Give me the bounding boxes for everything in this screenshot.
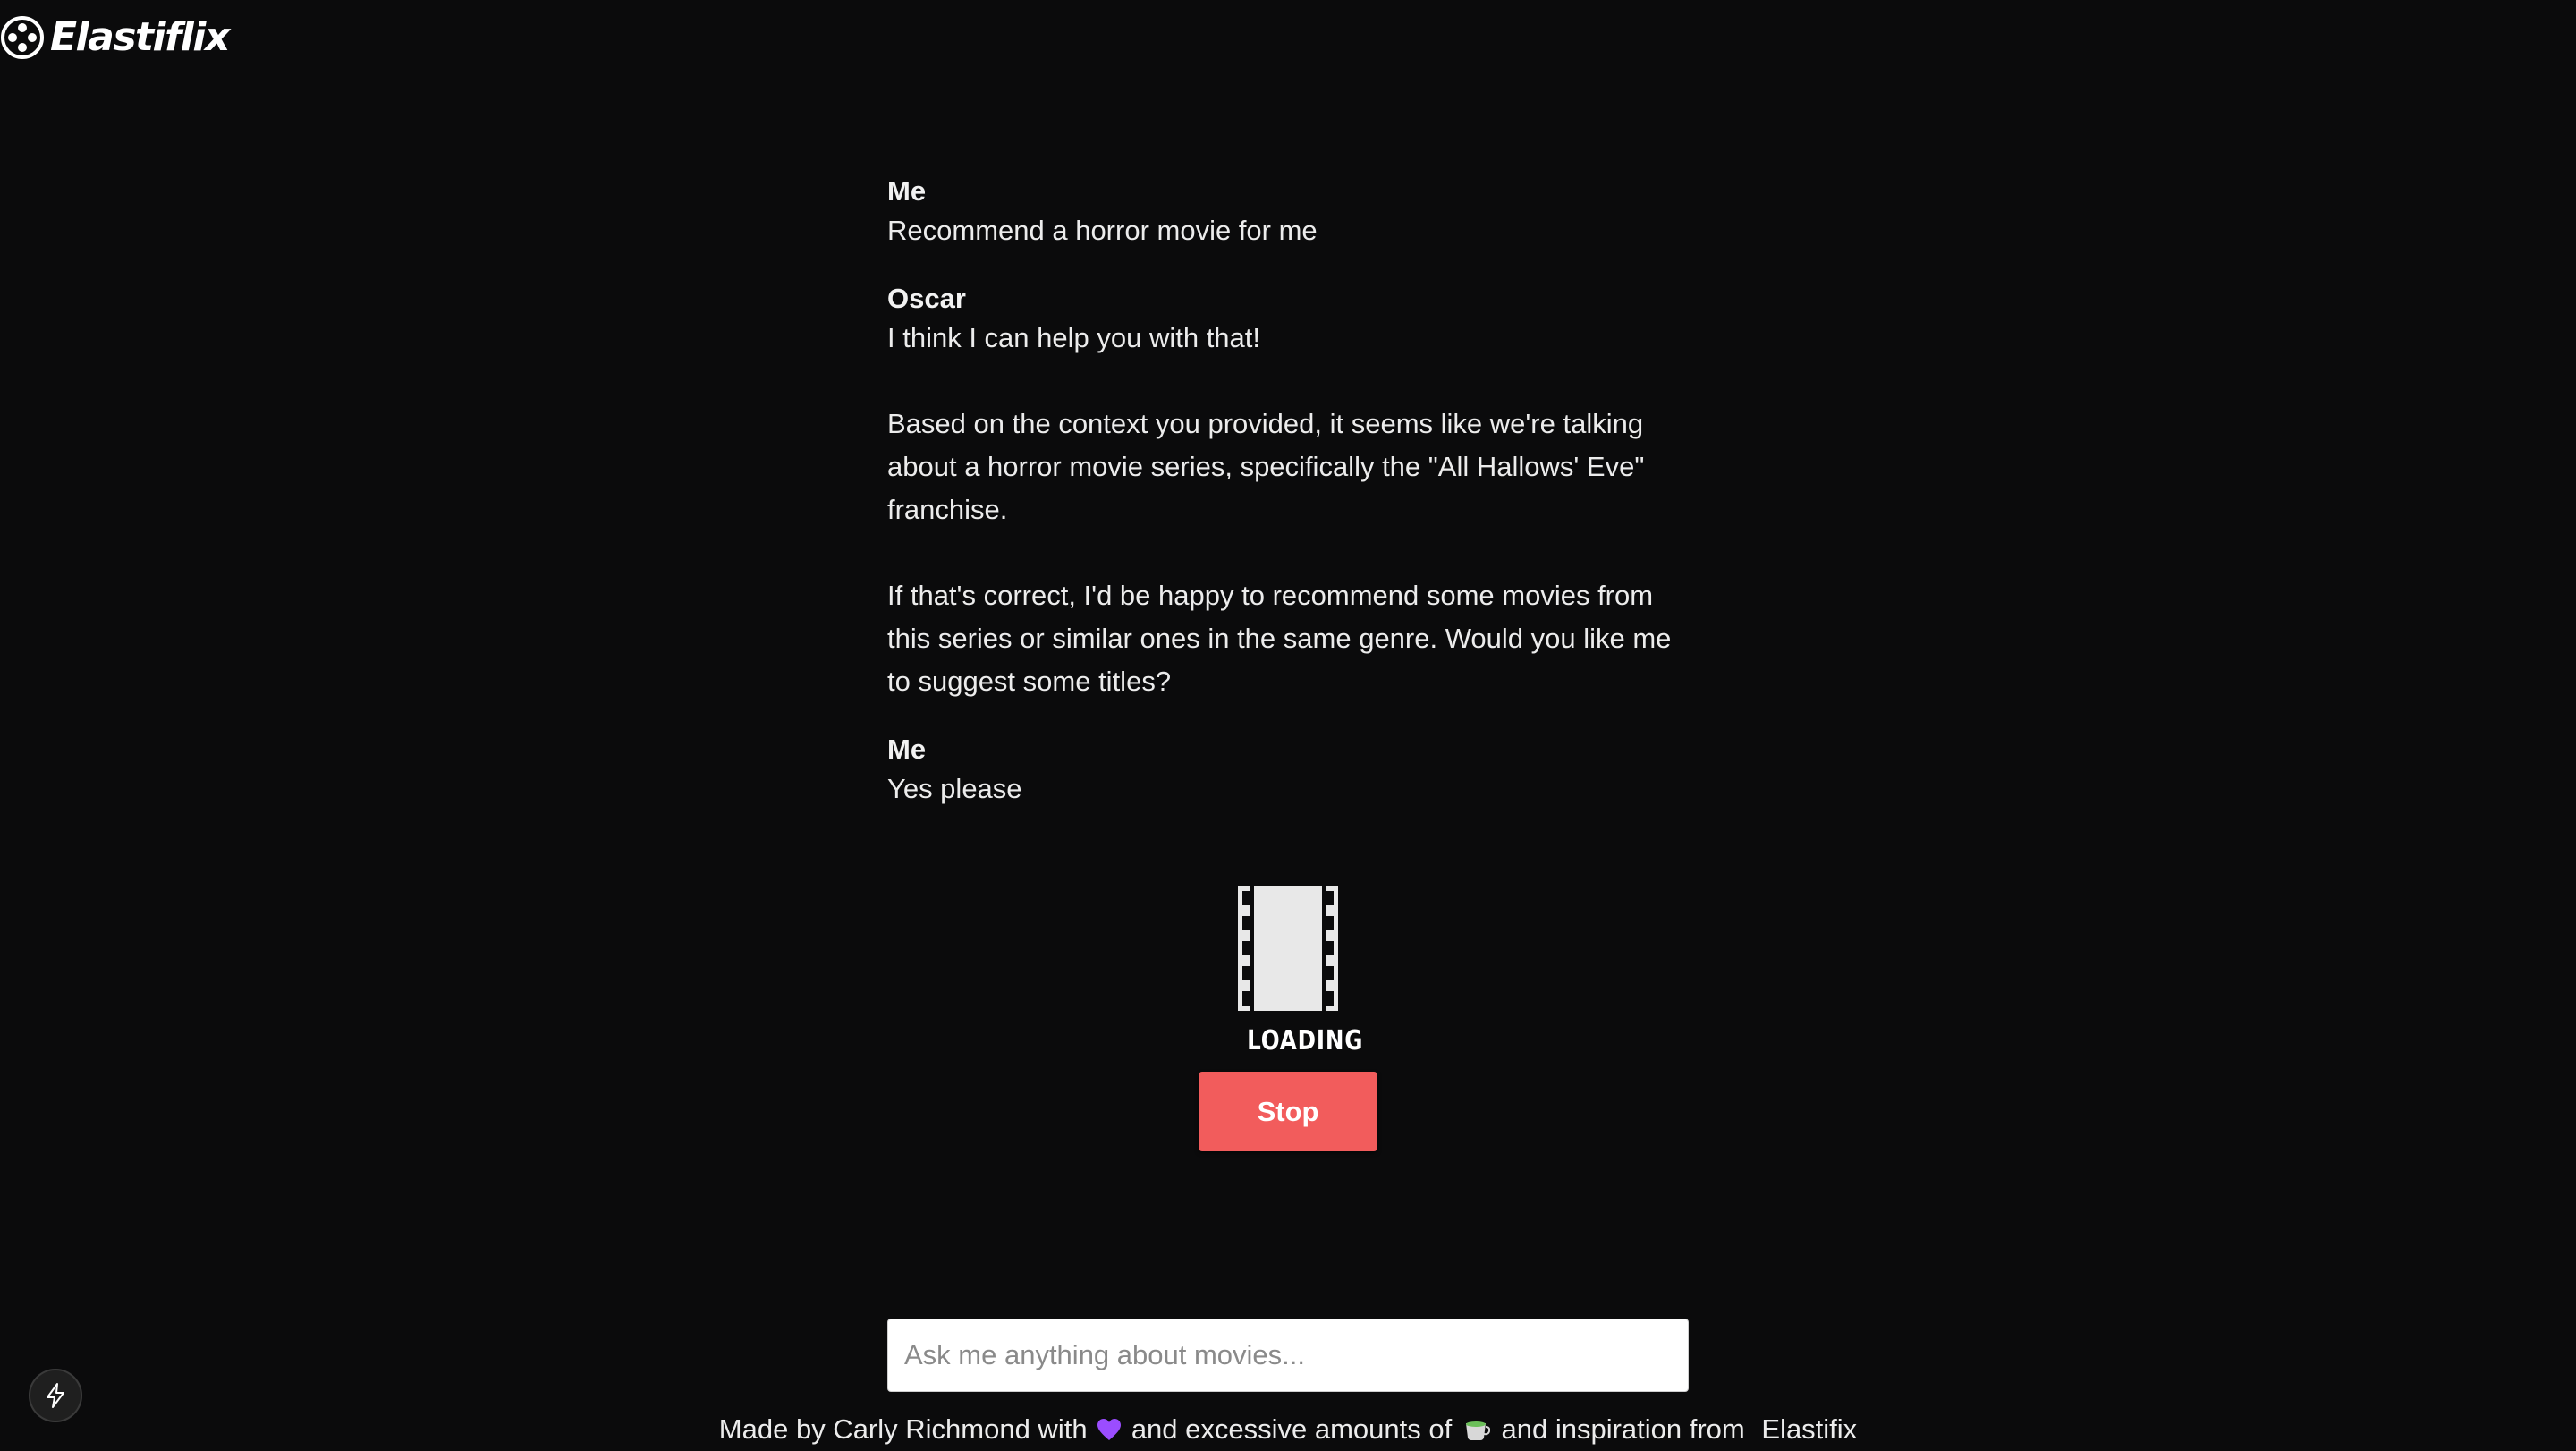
footer-text-inspiration: and inspiration from — [1501, 1413, 1745, 1445]
chat-message-user: Me Yes please — [887, 732, 1692, 810]
chat-conversation: Me Recommend a horror movie for me Oscar… — [887, 174, 1692, 839]
film-reel-icon — [1, 16, 44, 59]
tea-cup-icon — [1465, 1421, 1490, 1440]
brand-name: Elastiflix — [50, 14, 230, 60]
lightning-bolt-icon — [47, 1383, 64, 1408]
purple-heart-icon — [1097, 1419, 1122, 1440]
loading-indicator: LOADING — [1238, 886, 1364, 1056]
ask-input[interactable] — [887, 1319, 1689, 1392]
stop-button[interactable]: Stop — [1199, 1072, 1377, 1151]
loading-label: LOADING — [1247, 1025, 1364, 1056]
brand-logo[interactable]: Elastiflix — [0, 13, 230, 63]
chat-message-user: Me Recommend a horror movie for me — [887, 174, 1692, 252]
message-text: Yes please — [887, 773, 1022, 804]
footer-credits: Made by Carly Richmond with and excessiv… — [0, 1408, 2576, 1451]
message-text: Recommend a horror movie for me — [887, 215, 1318, 246]
footer-text-middle: and excessive amounts of — [1131, 1413, 1453, 1445]
message-sender: Me — [887, 175, 927, 207]
message-text: If that's correct, I'd be happy to recom… — [887, 580, 1672, 697]
message-sender: Oscar — [887, 283, 966, 314]
message-text: Based on the context you provided, it se… — [887, 408, 1645, 525]
dev-tools-badge[interactable] — [29, 1369, 82, 1422]
message-sender: Me — [887, 734, 927, 765]
chat-message-assistant: Oscar I think I can help you with that! … — [887, 281, 1692, 703]
footer-link-elastifix[interactable]: Elastifix — [1761, 1413, 1857, 1445]
message-text: I think I can help you with that! — [887, 322, 1261, 353]
footer-text-made-by: Made by Carly Richmond with — [718, 1413, 1088, 1445]
film-strip-icon — [1238, 886, 1338, 1011]
